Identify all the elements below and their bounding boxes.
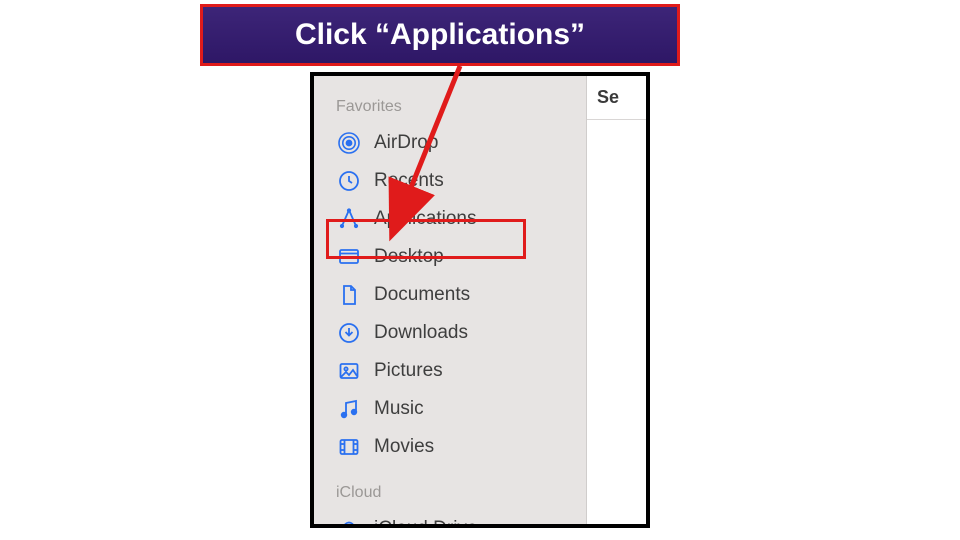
music-icon [336,396,362,422]
desktop-icon [336,244,362,270]
sidebar-item-label: Pictures [374,360,443,382]
movies-icon [336,434,362,460]
sidebar-item-label: iCloud Drive [374,518,477,528]
sidebar-item-label: Desktop [374,246,444,268]
finder-window-frame: Favorites AirDrop Recents [310,72,650,528]
sidebar-item-pictures[interactable]: Pictures [314,352,586,390]
sidebar-item-recents[interactable]: Recents [314,162,586,200]
instruction-callout: Click “Applications” [200,4,680,66]
sidebar-item-applications[interactable]: Applications [314,200,586,238]
content-column: Se [586,76,650,524]
sidebar-item-label: AirDrop [374,132,438,154]
sidebar-item-label: Downloads [374,322,468,344]
pictures-icon [336,358,362,384]
sidebar-item-desktop[interactable]: Desktop [314,238,586,276]
clock-icon [336,168,362,194]
column-header-text: Se [597,87,619,108]
icloud-section-label: iCloud [314,466,586,510]
sidebar-item-music[interactable]: Music [314,390,586,428]
sidebar-item-label: Movies [374,436,434,458]
column-header[interactable]: Se [587,76,650,120]
airdrop-icon [336,130,362,156]
sidebar-item-movies[interactable]: Movies [314,428,586,466]
document-icon [336,282,362,308]
applications-icon [336,206,362,232]
finder-sidebar: Favorites AirDrop Recents [314,76,586,524]
download-icon [336,320,362,346]
sidebar-item-label: Documents [374,284,470,306]
sidebar-item-icloud-drive[interactable]: iCloud Drive [314,510,586,528]
cloud-icon [336,516,362,528]
sidebar-item-documents[interactable]: Documents [314,276,586,314]
sidebar-item-downloads[interactable]: Downloads [314,314,586,352]
sidebar-item-label: Recents [374,170,444,192]
sidebar-item-label: Applications [374,208,476,230]
sidebar-item-label: Music [374,398,424,420]
sidebar-item-airdrop[interactable]: AirDrop [314,124,586,162]
callout-text: Click “Applications” [295,18,585,52]
favorites-section-label: Favorites [314,94,586,124]
